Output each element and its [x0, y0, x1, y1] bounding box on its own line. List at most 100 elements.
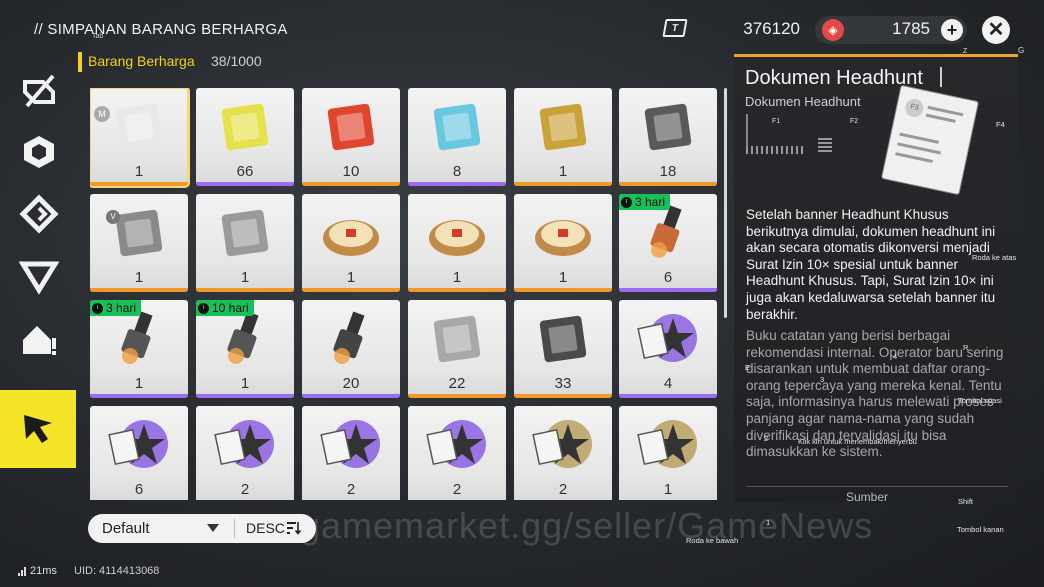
- item-card[interactable]: 3 hari 6: [619, 194, 717, 292]
- expiry-timer-label: 3 hari: [635, 195, 666, 209]
- item-card[interactable]: 4: [619, 300, 717, 398]
- gray-box2-icon: [214, 202, 276, 264]
- ticket-icon: [214, 96, 276, 158]
- grid-scrollbar[interactable]: [724, 88, 727, 318]
- hint-roda-atas: Roda ke atas: [972, 253, 1017, 262]
- hint-shift: Shift: [958, 497, 974, 506]
- rarity-strip: [408, 182, 506, 186]
- star-cursor-icon: [24, 415, 52, 443]
- item-card[interactable]: 1: [514, 88, 612, 186]
- polychrome-icon: ◈: [822, 19, 844, 41]
- sidebar-item-gems[interactable]: [0, 244, 78, 308]
- rarity-strip: [196, 182, 294, 186]
- marked-badge: M: [94, 106, 110, 122]
- purple-star-card-icon: [108, 414, 170, 476]
- key-hint-f3: F3: [903, 97, 925, 119]
- item-card[interactable]: 1: [196, 194, 294, 292]
- spark-plug-icon: [214, 308, 276, 370]
- item-card[interactable]: 8: [408, 88, 506, 186]
- clock-icon: [621, 196, 632, 208]
- hint-tombol-spasi: Tombol spasi: [958, 396, 1002, 405]
- detail-source-tab[interactable]: Sumber: [846, 490, 888, 504]
- chevron-down-icon[interactable]: [207, 524, 219, 532]
- purple-star-card-icon: [214, 414, 276, 476]
- sort-order-button[interactable]: DESC: [246, 520, 285, 536]
- hint-2: 2: [764, 434, 769, 443]
- item-card[interactable]: 6: [90, 406, 188, 500]
- sidebar-item-materials[interactable]: [0, 120, 78, 184]
- spark-plug2-icon: [320, 308, 382, 370]
- bun-icon: [320, 202, 382, 264]
- item-quantity: 22: [448, 375, 466, 392]
- bun-icon: [532, 202, 594, 264]
- sidebar-item-no-signal[interactable]: [0, 58, 78, 122]
- triangle-gem-icon: [19, 261, 59, 295]
- category-count: 38/1000: [211, 53, 262, 69]
- disc-icon: [532, 308, 594, 370]
- item-quantity: 1: [134, 375, 144, 392]
- rarity-strip: [302, 182, 400, 186]
- item-quantity: 2: [452, 481, 462, 498]
- hint-1: 1: [766, 518, 771, 527]
- close-button[interactable]: ✕: [982, 16, 1010, 44]
- item-card[interactable]: 10: [302, 88, 400, 186]
- item-card[interactable]: 1: [408, 194, 506, 292]
- hint-4: 4: [893, 352, 898, 361]
- watermark-text: gamemarket.gg/seller/GameNews: [300, 505, 874, 546]
- blue-cube-icon: [426, 96, 488, 158]
- rarity-strip: [619, 182, 717, 186]
- item-card[interactable]: 1: [302, 194, 400, 292]
- currency-polychrome-value: 1785: [892, 19, 930, 38]
- item-card[interactable]: 20: [302, 300, 400, 398]
- red-crystal-icon: [320, 96, 382, 158]
- item-card[interactable]: 2: [408, 406, 506, 500]
- hint-3: 3: [820, 375, 825, 384]
- item-card[interactable]: 3 hari 1: [90, 300, 188, 398]
- item-card[interactable]: 2: [196, 406, 294, 500]
- item-card[interactable]: 22: [408, 300, 506, 398]
- clock-icon: [92, 302, 103, 314]
- item-card[interactable]: 2: [302, 406, 400, 500]
- metal-stand-icon: [426, 308, 488, 370]
- v-badge: V: [106, 210, 120, 224]
- purple-star-card-icon: [637, 308, 699, 370]
- detail-divider: [746, 486, 1008, 487]
- sidebar-item-alerts[interactable]: [0, 308, 78, 372]
- item-card[interactable]: V1: [90, 194, 188, 292]
- category-sidebar: [0, 58, 78, 478]
- item-card[interactable]: 2: [514, 406, 612, 500]
- rarity-strip: [302, 394, 400, 398]
- item-card[interactable]: 66: [196, 88, 294, 186]
- item-quantity: 1: [346, 269, 356, 286]
- rarity-strip: [90, 182, 188, 186]
- detail-description: Setelah banner Headhunt Khusus berikutny…: [746, 207, 996, 322]
- item-card[interactable]: 1: [514, 194, 612, 292]
- cube-icon: [24, 136, 54, 168]
- hint-r: R: [963, 343, 969, 352]
- item-card[interactable]: 33: [514, 300, 612, 398]
- item-card[interactable]: M1: [90, 88, 190, 188]
- sort-value[interactable]: Default: [102, 520, 150, 537]
- clock-icon: [198, 302, 209, 314]
- expiry-timer-label: 3 hari: [106, 301, 137, 315]
- poster-icon: [532, 96, 594, 158]
- sidebar-item-valuables[interactable]: [0, 390, 76, 468]
- sort-desc-icon[interactable]: [287, 521, 301, 535]
- signal-icon: [18, 566, 26, 576]
- add-currency-button[interactable]: +: [941, 19, 963, 41]
- sidebar-item-upgrades[interactable]: [0, 182, 78, 246]
- sort-divider: [234, 519, 235, 538]
- item-card[interactable]: 18: [619, 88, 717, 186]
- key-hint-f2: F2: [850, 118, 859, 125]
- item-quantity: 18: [659, 163, 677, 180]
- item-card[interactable]: 1: [619, 406, 717, 500]
- detail-subtitle: Dokumen Headhunt: [745, 94, 861, 109]
- rarity-strip: [514, 182, 612, 186]
- item-card[interactable]: 10 hari 1: [196, 300, 294, 398]
- item-quantity: 2: [346, 481, 356, 498]
- item-quantity: 1: [558, 269, 568, 286]
- item-quantity: 1: [134, 163, 144, 180]
- item-quantity: 4: [663, 375, 673, 392]
- ping-value: 21ms: [30, 565, 57, 577]
- hint-tombol-kanan: Tombol kanan: [957, 525, 1004, 534]
